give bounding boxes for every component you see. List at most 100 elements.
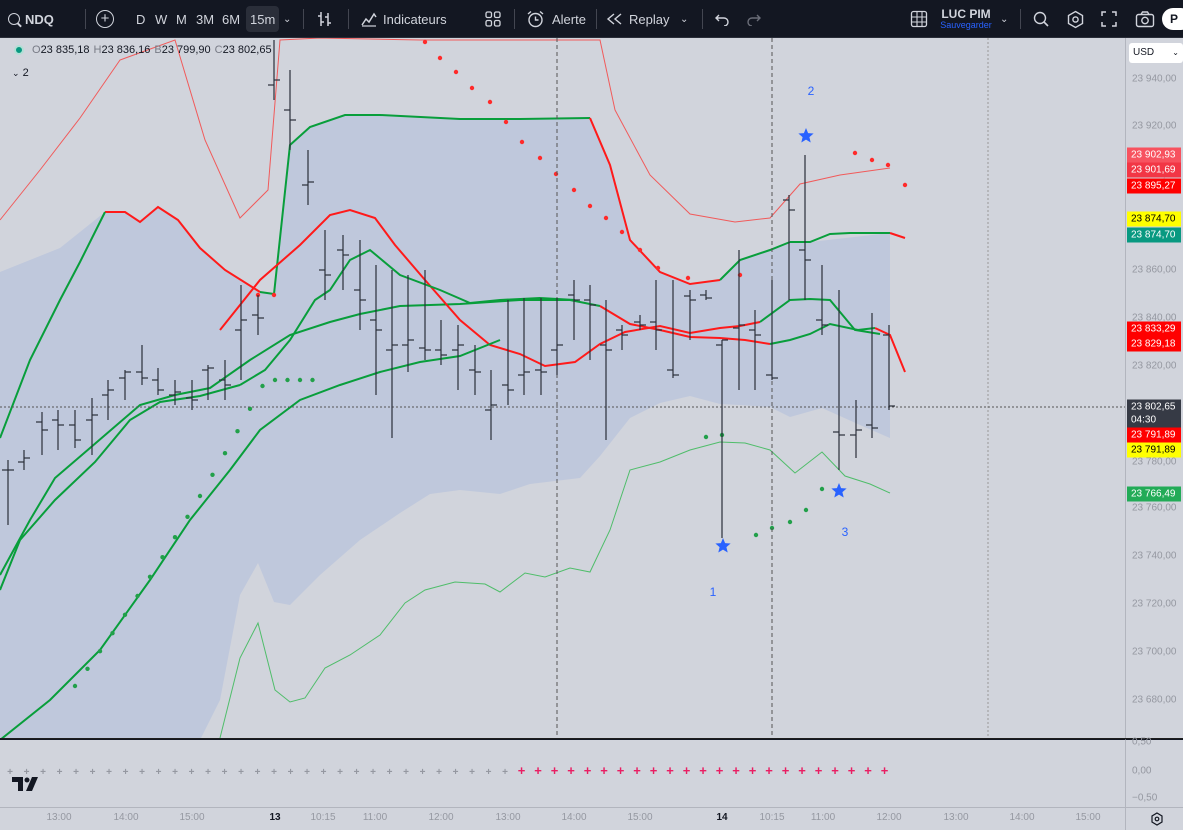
oscillator-axis[interactable]: 0,50 0,00 −0,50 <box>1125 737 1183 807</box>
layout-save[interactable]: LUC PIM Sauvegarder <box>940 0 992 38</box>
timeframe-d[interactable]: D <box>136 0 145 38</box>
indicators-button[interactable]: Indicateurs <box>360 0 447 38</box>
layout-button[interactable] <box>910 0 928 38</box>
timeframe-15m[interactable]: 15m <box>246 6 280 32</box>
oscillator-cross: + <box>337 767 343 778</box>
price-badge: 23 895,27 <box>1127 178 1181 194</box>
sar-dot-red <box>571 187 577 193</box>
signal-label-3: 3 <box>842 525 849 539</box>
settings-button[interactable] <box>1066 0 1085 38</box>
oscillator-cross: + <box>815 763 823 778</box>
price-tick: 23 700,00 <box>1132 646 1177 658</box>
sar-dot-green <box>787 519 793 525</box>
osc-tick: 0,00 <box>1132 765 1152 777</box>
sar-dot-red <box>537 155 543 161</box>
sar-dot-green <box>297 377 303 383</box>
oscillator-chart: + + + + + + + + + + + + + + + + + + + + + + + + + + + + + + + + + + + + + + + +… <box>7 763 889 778</box>
templates-button[interactable] <box>484 0 502 38</box>
alarm-clock-icon <box>527 10 544 27</box>
chart-type-button[interactable] <box>316 0 334 38</box>
time-tick: 13:00 <box>495 812 521 823</box>
quick-search-button[interactable] <box>1032 0 1050 38</box>
low-value: 23 799,90 <box>161 44 211 56</box>
oscillator-cross: + <box>469 767 475 778</box>
oscillator-cross: + <box>567 763 575 778</box>
sar-dot-green <box>753 532 759 538</box>
sar-dot-red <box>587 203 593 209</box>
price-badge: 23 902,93 <box>1127 147 1181 163</box>
sar-dot-red <box>869 157 875 163</box>
search-icon <box>8 13 22 28</box>
settings-gear-icon[interactable] <box>1150 812 1164 826</box>
oscillator-cross: + <box>139 767 145 778</box>
market-status-dot <box>14 45 24 55</box>
price-tick: 23 760,00 <box>1132 502 1177 514</box>
timeframe-6m[interactable]: 6M <box>222 0 240 38</box>
oscillator-cross: + <box>650 763 658 778</box>
undo-button[interactable] <box>714 0 730 38</box>
price-tick: 23 780,00 <box>1132 456 1177 468</box>
oscillator-pane[interactable]: + + + + + + + + + + + + + + + + + + + + + + + + + + + + + + + + + + + + + + + +… <box>0 739 1125 807</box>
compare-symbol-button[interactable]: + <box>96 0 114 38</box>
chevron-down-icon: ⌄ <box>283 13 292 25</box>
oscillator-cross: + <box>57 767 63 778</box>
sar-dot-red <box>437 55 443 61</box>
envelope-band <box>0 115 890 738</box>
replay-button[interactable]: Replay <box>606 0 669 38</box>
sar-dot-red <box>503 119 509 125</box>
oscillator-cross: + <box>106 767 112 778</box>
layout-dropdown[interactable]: ⌄ <box>1000 0 1008 38</box>
replay-dropdown[interactable]: ⌄ <box>680 0 688 38</box>
time-tick: 14:00 <box>1009 812 1035 823</box>
time-tick: 13:00 <box>943 812 969 823</box>
oscillator-cross: + <box>584 763 592 778</box>
signal-star-2 <box>798 128 814 143</box>
timeframe-w[interactable]: W <box>155 0 167 38</box>
time-tick: 15:00 <box>179 812 205 823</box>
oscillator-cross: + <box>370 767 376 778</box>
time-axis[interactable]: 13:00 14:00 15:00 13 10:15 11:00 12:00 13:00 14:… <box>0 807 1125 830</box>
oscillator-cross: + <box>782 763 790 778</box>
publish-button[interactable]: P <box>1162 8 1183 30</box>
oscillator-cross: + <box>749 763 757 778</box>
price-chart[interactable]: 1 2 3 <box>0 38 1125 738</box>
sar-dot-red <box>453 69 459 75</box>
timeframe-dropdown[interactable]: ⌄ <box>283 0 291 38</box>
oscillator-cross: + <box>73 767 79 778</box>
timeframe-3m[interactable]: 3M <box>196 0 214 38</box>
price-tick: 23 740,00 <box>1132 550 1177 562</box>
alert-button[interactable]: Alerte <box>526 0 586 38</box>
time-tick: 12:00 <box>428 812 454 823</box>
oscillator-cross: + <box>831 763 839 778</box>
snapshot-button[interactable] <box>1135 0 1155 38</box>
currency-selector[interactable]: USD ⌄ <box>1129 43 1183 63</box>
tradingview-logo[interactable] <box>12 776 42 797</box>
price-tick: 23 920,00 <box>1132 120 1177 132</box>
ohlc-legend: O 23 835,18 H 23 836,16 B 23 799,90 C 23 802… <box>14 44 272 56</box>
price-badge: 23 833,29 <box>1127 321 1181 337</box>
price-tick: 23 820,00 <box>1132 360 1177 372</box>
oscillator-cross: + <box>798 763 806 778</box>
sar-dot-green <box>110 631 115 636</box>
sar-dot-green <box>703 434 709 440</box>
indicators-icon <box>361 12 377 27</box>
chevron-down-icon: ⌄ <box>1172 48 1179 57</box>
grid-icon <box>485 11 501 27</box>
price-badge: 23 829,18 <box>1127 336 1181 352</box>
fullscreen-button[interactable] <box>1101 0 1117 38</box>
symbol-search[interactable]: NDQ <box>8 0 54 38</box>
price-badge: 23 874,70 <box>1127 211 1181 227</box>
main-chart-pane[interactable]: 1 2 3 O 23 835,18 H 23 836,16 B 23 799,90 C 23… <box>0 38 1125 738</box>
sar-dot-green <box>272 377 278 383</box>
add-circle-icon: + <box>96 10 114 28</box>
price-badge: 23 791,89 <box>1127 427 1181 443</box>
signal-star-1 <box>715 538 731 553</box>
redo-button[interactable] <box>746 0 762 38</box>
indicator-toggle[interactable]: ⌄ 2 <box>12 67 29 79</box>
timeframe-m[interactable]: M <box>176 0 187 38</box>
sar-dot-green <box>185 514 190 519</box>
price-axis[interactable]: USD ⌄ 23 940,0023 920,0023 900,0023 880,… <box>1125 38 1183 738</box>
price-tick: 23 720,00 <box>1132 598 1177 610</box>
sar-dot-green <box>135 593 140 599</box>
sar-dot-red <box>619 229 625 235</box>
